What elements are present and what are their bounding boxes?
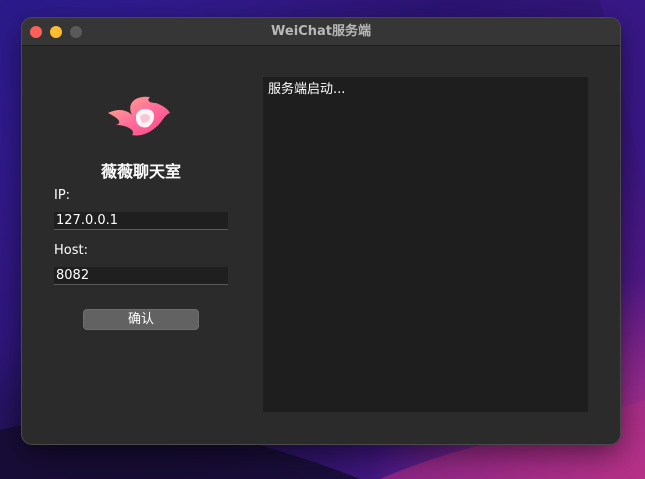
- title-bar: WeiChat服务端: [22, 18, 620, 46]
- app-logo-icon: [108, 96, 170, 136]
- host-input[interactable]: [54, 267, 228, 285]
- confirm-button[interactable]: 确认: [83, 309, 199, 330]
- log-line: 服务端启动...: [268, 82, 346, 97]
- app-name-heading: 薇薇聊天室: [100, 162, 181, 181]
- app-window: WeiChat服务端 薇薇聊天室 IP: Host: 确认 服务端启动...: [22, 18, 620, 444]
- window-title: WeiChat服务端: [271, 24, 371, 39]
- server-log-area[interactable]: 服务端启动...: [263, 77, 588, 412]
- ip-label: IP:: [54, 188, 71, 203]
- host-label: Host:: [54, 243, 88, 258]
- ip-input[interactable]: [54, 212, 228, 230]
